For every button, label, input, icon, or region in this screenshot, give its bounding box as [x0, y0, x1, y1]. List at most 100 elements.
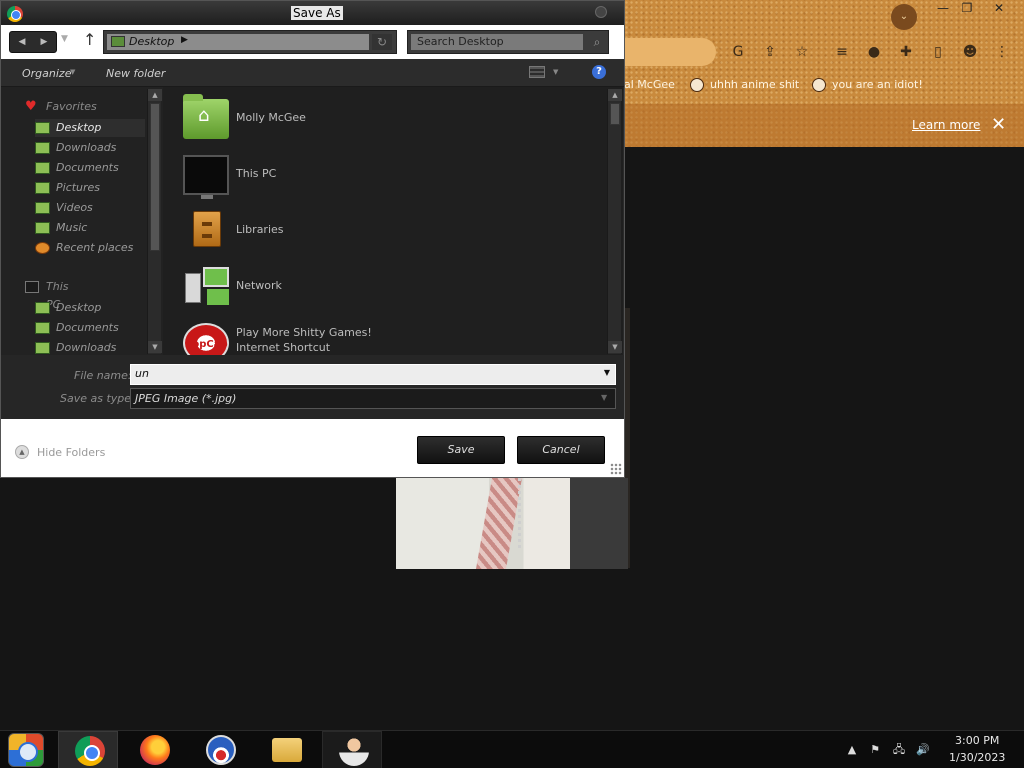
search-input[interactable]: Search Desktop — [411, 34, 583, 50]
file-item-network[interactable]: Network — [181, 263, 591, 313]
nav-item-downloads[interactable]: Downloads — [35, 139, 145, 157]
tab-search-button[interactable]: ⌄ — [891, 4, 917, 30]
help-icon[interactable]: ? — [592, 65, 606, 79]
save-as-type-dropdown-icon[interactable]: ▼ — [601, 393, 607, 402]
file-list-pane: Molly McGee This PC Libraries Network Po… — [163, 87, 623, 355]
nav-item-music[interactable]: Music — [35, 219, 145, 237]
scroll-down-arrow-icon[interactable]: ▼ — [148, 341, 162, 353]
taskbar-app-firefox[interactable] — [124, 731, 184, 768]
nav-item-pc-downloads[interactable]: Downloads — [35, 339, 145, 355]
change-view-icon[interactable] — [529, 66, 545, 78]
restore-button[interactable]: ❐ — [952, 0, 982, 18]
address-breadcrumb[interactable]: Desktop ▶ ↻ — [103, 30, 397, 54]
nav-item-pictures[interactable]: Pictures — [35, 179, 145, 197]
taskbar-app-obama[interactable] — [190, 731, 250, 768]
profile-icon[interactable]: ☻ — [960, 42, 980, 62]
start-button[interactable] — [0, 731, 60, 768]
resize-grip-icon[interactable] — [610, 463, 622, 475]
file-name-input[interactable]: un — [130, 364, 616, 385]
up-arrow-icon[interactable]: ↑ — [83, 30, 96, 49]
nav-item-documents[interactable]: Documents — [35, 159, 145, 177]
network-status-icon[interactable]: 🖧 — [892, 743, 906, 757]
file-item-libraries[interactable]: Libraries — [181, 207, 591, 257]
nav-item-desktop[interactable]: Desktop — [35, 119, 145, 137]
desktop-icon — [35, 122, 50, 134]
menu-kebab-icon[interactable]: ⋮ — [992, 42, 1012, 62]
bookmark-item[interactable]: al McGee — [624, 76, 675, 94]
bookmark-item[interactable]: uhhh anime shit — [690, 76, 799, 94]
share-icon[interactable]: ⇪ — [760, 42, 780, 62]
file-item-this-pc[interactable]: This PC — [181, 151, 591, 201]
address-field[interactable]: Desktop ▶ — [107, 34, 369, 50]
file-list-scrollbar[interactable]: ▲ ▼ — [607, 89, 622, 354]
learn-more-link[interactable]: Learn more — [912, 118, 980, 132]
search-icon[interactable]: ⌕ — [588, 34, 606, 50]
chrome-icon — [75, 736, 105, 766]
new-folder-button[interactable]: New folder — [106, 67, 165, 80]
refresh-icon[interactable]: ↻ — [372, 34, 392, 50]
taskbar-app-user[interactable] — [322, 731, 382, 768]
breadcrumb-chevron-icon[interactable]: ▶ — [181, 35, 188, 45]
nav-item-label: Downloads — [56, 141, 117, 154]
address-location[interactable]: Desktop — [129, 35, 174, 48]
back-arrow-icon[interactable]: ◀ — [12, 35, 32, 49]
taskbar-app-chrome[interactable] — [58, 731, 118, 768]
nav-item-label: Documents — [56, 161, 119, 174]
nav-item-label: Desktop — [56, 301, 102, 314]
file-item-shortcut[interactable]: PopCap Play More Shitty Games! Internet … — [181, 319, 591, 355]
taskbar-app-file-explorer[interactable] — [256, 731, 316, 768]
clock-date[interactable]: 1/30/2023 — [949, 751, 1005, 764]
documents-folder-icon — [35, 162, 50, 174]
nav-pane-scrollbar[interactable]: ▲ ▼ — [147, 89, 162, 354]
organize-caret-icon[interactable]: ▼ — [70, 68, 75, 76]
volume-icon[interactable]: 🔊 — [916, 743, 930, 757]
file-item-label: Libraries — [236, 223, 284, 236]
show-hidden-icons-chevron-icon[interactable]: ▲ — [845, 743, 859, 757]
computer-icon — [183, 155, 229, 199]
nav-item-label: Documents — [56, 321, 119, 334]
infobar-close-icon[interactable]: ✕ — [991, 114, 1006, 135]
bookmark-star-icon[interactable]: ☆ — [792, 42, 812, 62]
side-panel-icon[interactable]: ▯ — [928, 42, 948, 62]
clock-time[interactable]: 3:00 PM — [955, 734, 999, 747]
file-explorer-icon — [272, 738, 302, 762]
nav-item-pc-desktop[interactable]: Desktop — [35, 299, 145, 317]
extension-avatar-icon[interactable]: ● — [864, 42, 884, 62]
page-photo — [396, 478, 628, 569]
address-bar[interactable] — [624, 38, 716, 66]
view-options-caret-icon[interactable]: ▼ — [553, 68, 558, 76]
forward-arrow-icon[interactable]: ▶ — [34, 35, 54, 49]
action-center-flag-icon[interactable]: ⚑ — [868, 743, 882, 757]
scrollbar-thumb[interactable] — [150, 103, 160, 251]
scroll-up-arrow-icon[interactable]: ▲ — [148, 89, 162, 101]
scrollbar-thumb[interactable] — [610, 103, 620, 125]
scroll-down-arrow-icon[interactable]: ▼ — [608, 341, 622, 353]
computer-icon — [25, 281, 39, 293]
dialog-title: Save As — [291, 6, 343, 20]
bookmark-favicon — [690, 78, 704, 92]
save-as-type-select[interactable]: JPEG Image (*.jpg) — [130, 388, 616, 409]
dialog-titlebar[interactable]: Save As — [1, 1, 624, 25]
nav-item-videos[interactable]: Videos — [35, 199, 145, 217]
file-item-user-folder[interactable]: Molly McGee — [181, 94, 591, 145]
save-as-dialog: Save As ◀ ▶ ▼ ↑ Desktop ▶ ↻ Search Deskt… — [0, 0, 625, 478]
nav-item-recent-places[interactable]: Recent places — [35, 239, 145, 257]
close-button[interactable]: ✕ — [984, 0, 1014, 18]
nav-item-pc-documents[interactable]: Documents — [35, 319, 145, 337]
file-name-dropdown-icon[interactable]: ▼ — [601, 368, 613, 382]
nav-item-label: Pictures — [56, 181, 101, 194]
cancel-button[interactable]: Cancel — [517, 436, 605, 464]
network-icon — [183, 267, 229, 307]
save-button[interactable]: Save — [417, 436, 505, 464]
organize-menu-button[interactable]: Organize — [22, 67, 71, 80]
dialog-close-button[interactable] — [595, 6, 607, 18]
extensions-puzzle-icon[interactable]: ✚ — [896, 42, 916, 62]
recent-locations-chevron-icon[interactable]: ▼ — [61, 34, 68, 44]
pictures-folder-icon — [35, 182, 50, 194]
nav-item-label: Music — [56, 221, 88, 234]
scroll-up-arrow-icon[interactable]: ▲ — [608, 89, 622, 101]
file-item-type: Internet Shortcut — [236, 341, 331, 354]
google-icon[interactable]: G — [728, 42, 748, 62]
extension-flag-icon[interactable]: ≡ — [832, 42, 852, 62]
bookmark-item[interactable]: you are an idiot! — [812, 76, 923, 94]
